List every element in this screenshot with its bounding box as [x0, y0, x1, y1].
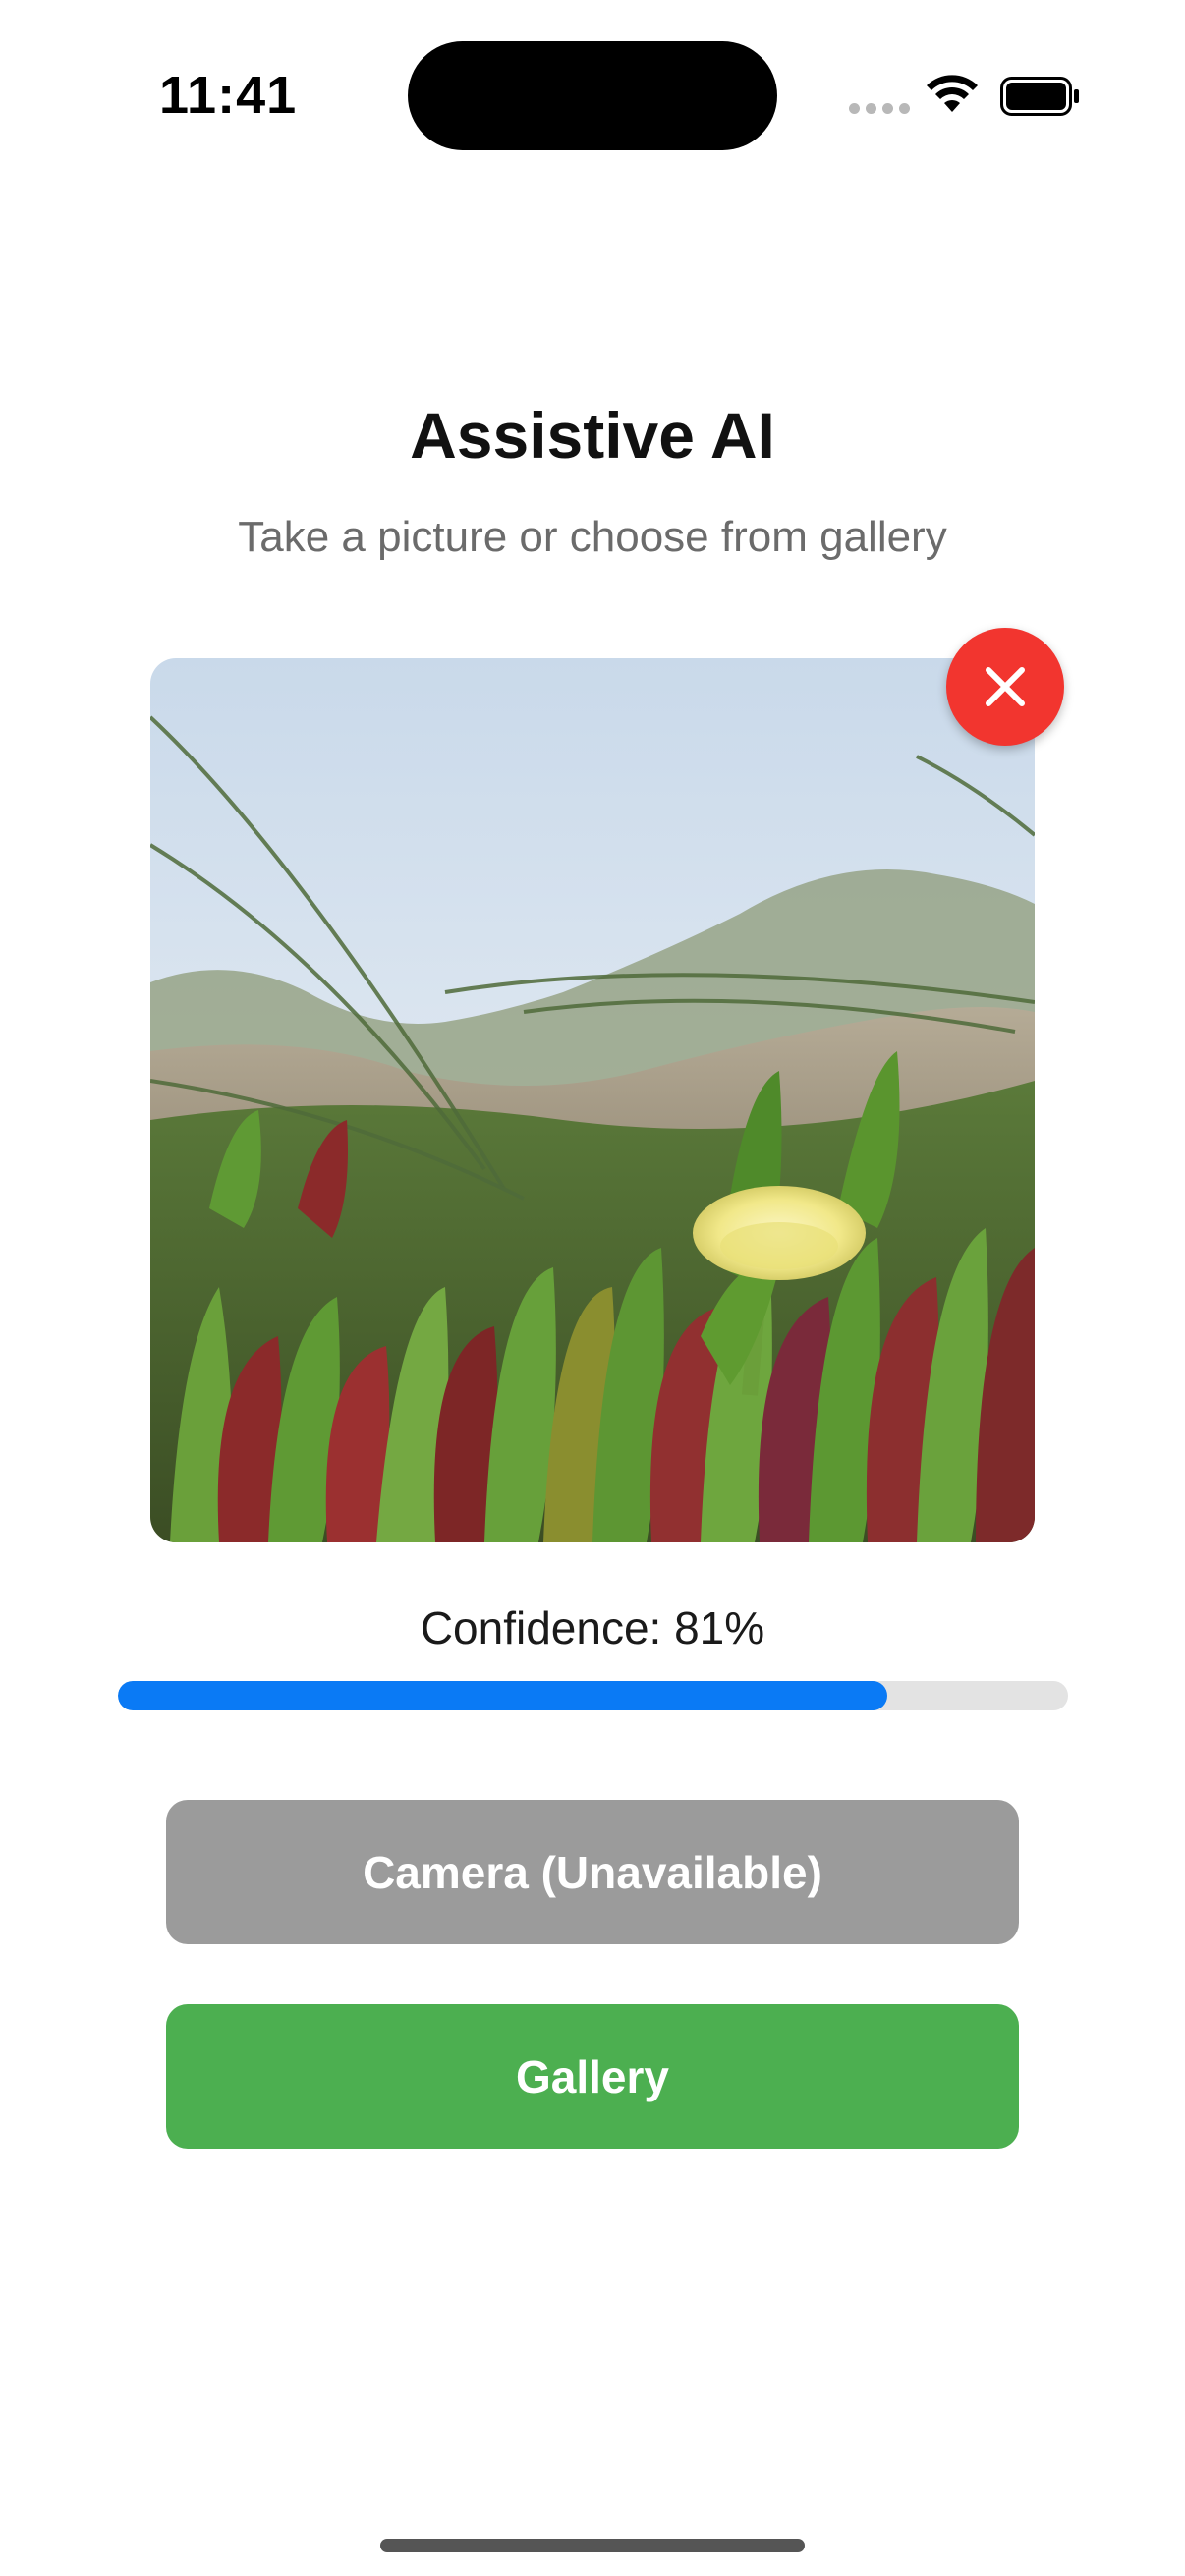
- dynamic-island: [408, 41, 777, 150]
- home-indicator: [380, 2539, 805, 2552]
- confidence-label: Confidence: 81%: [420, 1602, 765, 1653]
- close-icon: [986, 667, 1025, 706]
- page-title: Assistive AI: [410, 399, 775, 472]
- selected-photo: [150, 658, 1035, 1542]
- gallery-button[interactable]: Gallery: [166, 2004, 1019, 2149]
- page-subtitle: Take a picture or choose from gallery: [238, 513, 947, 561]
- status-time: 11:41: [159, 66, 298, 125]
- wifi-icon: [927, 75, 978, 112]
- confidence-progress-fill: [118, 1681, 888, 1710]
- battery-icon: [1000, 77, 1079, 116]
- cellular-signal-icon: [849, 103, 910, 114]
- app-screen: 11:41 Assistive AI Take a picture or cho…: [0, 0, 1185, 2576]
- confidence-progress-bar: [118, 1681, 1068, 1710]
- camera-button[interactable]: Camera (Unavailable): [166, 1800, 1019, 1944]
- remove-photo-button[interactable]: [946, 628, 1064, 746]
